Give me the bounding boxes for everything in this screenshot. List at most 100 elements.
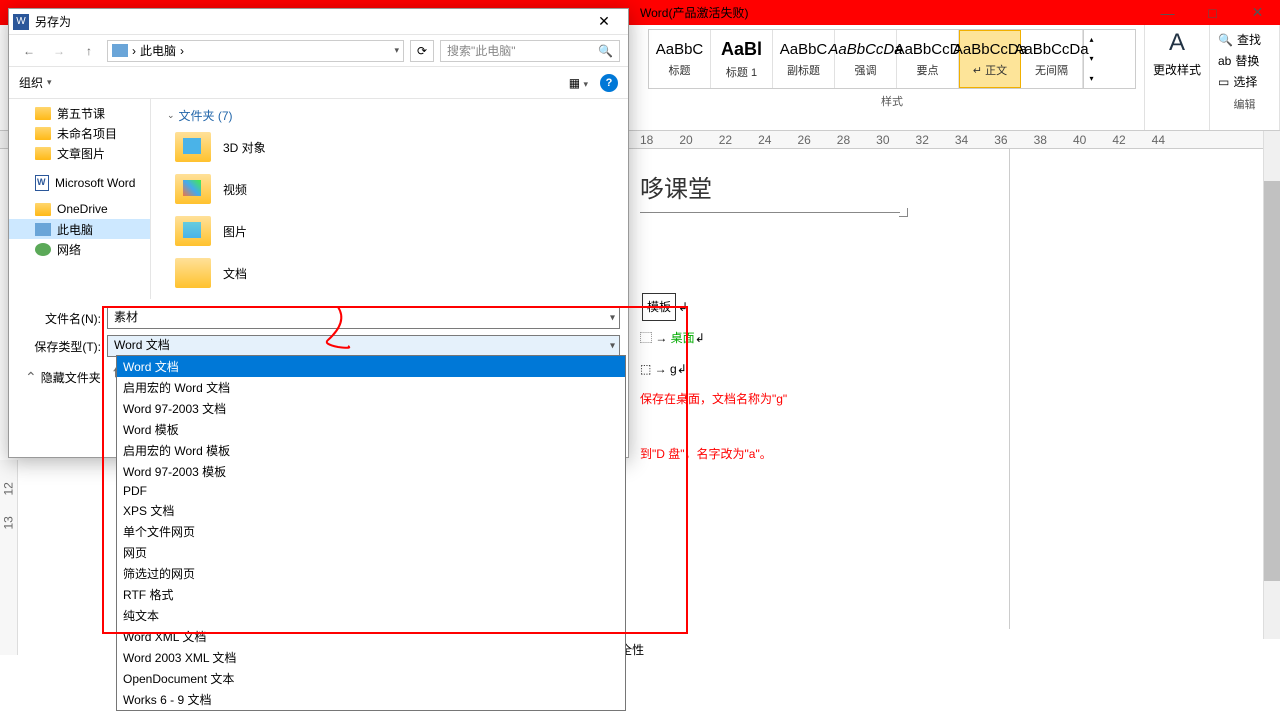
style-item-无间隔[interactable]: AaBbCcDa无间隔 [1021, 30, 1083, 88]
chevron-up-icon: ⌃ [25, 369, 37, 386]
chevron-down-icon[interactable]: ▾ [47, 77, 52, 88]
tree-item-Microsoft Word[interactable]: Microsoft Word [9, 173, 150, 193]
tree-item-OneDrive[interactable]: OneDrive [9, 199, 150, 219]
edit-group-label: 编辑 [1214, 92, 1275, 116]
net-icon [35, 243, 51, 256]
vertical-ruler: 1213 [0, 460, 18, 655]
search-input[interactable]: 搜索"此电脑" 🔍 [440, 40, 620, 62]
find-button[interactable]: 🔍查找 [1214, 29, 1275, 50]
close-button[interactable]: ✕ [1235, 0, 1280, 25]
tree-item-未命名项目[interactable]: 未命名项目 [9, 123, 150, 143]
word-title-text: Word(产品激活失败) [640, 4, 748, 21]
filename-input[interactable]: 素材 ▾ [107, 307, 620, 329]
edit-group: 🔍查找 ab替换 ▭选择 编辑 [1210, 25, 1280, 130]
filetype-option[interactable]: Word 97-2003 模板 [117, 461, 625, 482]
organize-button[interactable]: 组织 [19, 74, 43, 91]
style-item-标题[interactable]: AaBbC标题 [649, 30, 711, 88]
change-style-label: 更改样式 [1153, 61, 1201, 78]
content-section-header[interactable]: ⌄ 文件夹 (7) [163, 105, 616, 126]
filetype-dropdown[interactable]: Word 文档启用宏的 Word 文档Word 97-2003 文档Word 模… [116, 355, 626, 711]
style-item-副标题[interactable]: AaBbC副标题 [773, 30, 835, 88]
folder-icon [35, 147, 51, 160]
filetype-option[interactable]: Word XML 文档 [117, 626, 625, 647]
filetype-option[interactable]: 单个文件网页 [117, 521, 625, 542]
tree-item-文章图片[interactable]: 文章图片 [9, 143, 150, 163]
chevron-down-icon[interactable]: ▾ [610, 313, 615, 324]
filetype-option[interactable]: 启用宏的 Word 模板 [117, 440, 625, 461]
filetype-option[interactable]: 纯文本 [117, 605, 625, 626]
change-style-icon: A [1169, 29, 1185, 57]
folder-icon [175, 174, 211, 204]
dialog-toolbar: 组织 ▾ ▦ ▾ ? [9, 67, 628, 99]
address-bar[interactable]: › 此电脑 › ▾ [107, 40, 404, 62]
folder-icon [175, 132, 211, 162]
doc-desktop-text: 桌面 [671, 331, 695, 345]
change-style-button[interactable]: A 更改样式 [1153, 29, 1201, 78]
style-item-强调[interactable]: AaBbCcDa强调 [835, 30, 897, 88]
maximize-button[interactable]: □ [1190, 0, 1235, 25]
document-page[interactable]: 哆课堂 模板↲ ⬚ → 桌面↲ ⬚ → g↲ 保存在桌面，文档名称为"g" 到"… [640, 149, 1010, 629]
folder-grid: 3D 对象视频图片文档 [163, 132, 616, 288]
folder-icon [175, 258, 211, 288]
filetype-option[interactable]: OpenDocument 文本 [117, 668, 625, 689]
minimize-button[interactable]: — [1145, 0, 1190, 25]
replace-button[interactable]: ab替换 [1214, 50, 1275, 71]
content-panel[interactable]: ⌄ 文件夹 (7) 3D 对象视频图片文档 [151, 99, 628, 299]
tree-item-第五节课[interactable]: 第五节课 [9, 103, 150, 123]
style-item-要点[interactable]: AaBbCcD要点 [897, 30, 959, 88]
select-icon: ▭ [1218, 75, 1229, 89]
change-style-group: A 更改样式 [1145, 25, 1210, 130]
scrollbar-thumb[interactable] [1264, 181, 1280, 581]
folder-item-视频[interactable]: 视频 [175, 174, 616, 204]
filetype-option[interactable]: Word 2003 XML 文档 [117, 647, 625, 668]
filetype-option[interactable]: XPS 文档 [117, 500, 625, 521]
filetype-option[interactable]: 网页 [117, 542, 625, 563]
filetype-option[interactable]: Word 模板 [117, 419, 625, 440]
tree-item-网络[interactable]: 网络 [9, 239, 150, 259]
doc-g-text: g [670, 362, 677, 376]
view-options-button[interactable]: ▦ ▾ [569, 76, 588, 90]
filetype-option[interactable]: 启用宏的 Word 文档 [117, 377, 625, 398]
styles-more-button[interactable]: ▴▾▾ [1083, 30, 1099, 88]
styles-group-label: 样式 [648, 89, 1136, 113]
styles-group: AaBbC标题AaBl标题 1AaBbC副标题AaBbCcDa强调AaBbCcD… [640, 25, 1145, 130]
filetype-option[interactable]: PDF [117, 482, 625, 500]
chevron-down-icon[interactable]: ▾ [610, 341, 615, 352]
hide-folders-toggle[interactable]: ⌃ 隐藏文件夹 [25, 369, 101, 386]
filetype-option[interactable]: 筛选过的网页 [117, 563, 625, 584]
folder-icon [175, 216, 211, 246]
dialog-nav-bar: ← → ↑ › 此电脑 › ▾ ⟳ 搜索"此电脑" 🔍 [9, 35, 628, 67]
pc-icon [35, 223, 51, 236]
find-icon: 🔍 [1218, 33, 1233, 47]
styles-gallery[interactable]: AaBbC标题AaBl标题 1AaBbC副标题AaBbCcDa强调AaBbCcD… [648, 29, 1136, 89]
folder-item-文档[interactable]: 文档 [175, 258, 616, 288]
filetype-option[interactable]: Works 6 - 9 文档 [117, 689, 625, 710]
filetype-option[interactable]: RTF 格式 [117, 584, 625, 605]
dialog-titlebar: W 另存为 ✕ [9, 9, 628, 35]
replace-icon: ab [1218, 54, 1231, 68]
dialog-close-button[interactable]: ✕ [584, 9, 624, 35]
navigation-tree[interactable]: 第五节课未命名项目文章图片 Microsoft Word OneDrive此电脑网络 [9, 99, 151, 299]
filetype-label: 保存类型(T): [17, 338, 107, 355]
filetype-select[interactable]: Word 文档 ▾ [107, 335, 620, 357]
window-controls: — □ ✕ [1145, 0, 1280, 25]
filetype-option[interactable]: Word 97-2003 文档 [117, 398, 625, 419]
folder-icon [35, 127, 51, 140]
tree-item-此电脑[interactable]: 此电脑 [9, 219, 150, 239]
nav-forward-button[interactable]: → [47, 39, 71, 63]
style-item-标题 1[interactable]: AaBl标题 1 [711, 30, 773, 88]
nav-up-button[interactable]: ↑ [77, 39, 101, 63]
doc-red-note-1: 保存在桌面，文档名称为"g" [640, 386, 1009, 412]
nav-back-button[interactable]: ← [17, 39, 41, 63]
chevron-down-icon[interactable]: ▾ [394, 45, 399, 56]
help-icon[interactable]: ? [600, 74, 618, 92]
folder-item-图片[interactable]: 图片 [175, 216, 616, 246]
vertical-scrollbar[interactable] [1263, 131, 1280, 639]
chevron-down-icon: ⌄ [167, 110, 175, 121]
refresh-button[interactable]: ⟳ [410, 40, 434, 62]
folder-item-3D 对象[interactable]: 3D 对象 [175, 132, 616, 162]
dialog-body: 第五节课未命名项目文章图片 Microsoft Word OneDrive此电脑网络… [9, 99, 628, 299]
filetype-option[interactable]: Word 文档 [117, 356, 625, 377]
select-button[interactable]: ▭选择 [1214, 71, 1275, 92]
style-item-正文[interactable]: AaBbCcDa↵ 正文 [959, 30, 1021, 88]
